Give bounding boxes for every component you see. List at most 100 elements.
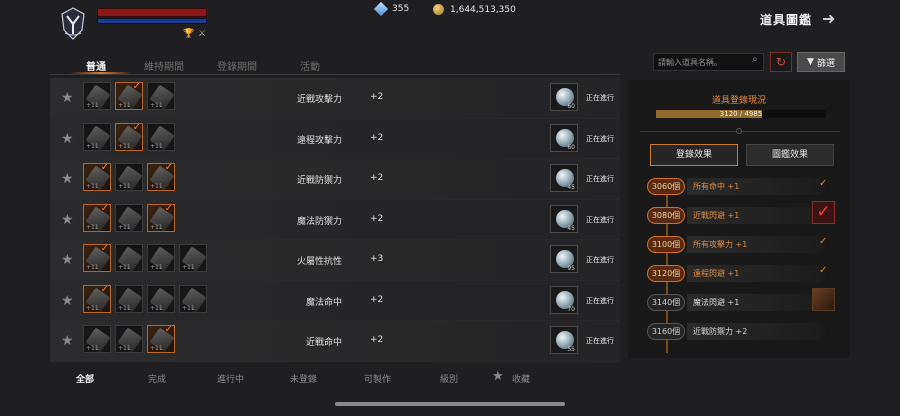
favorite-star-icon[interactable]: ★: [61, 90, 74, 106]
tab-registration-period[interactable]: 登錄期間: [217, 58, 257, 73]
claim-check-button[interactable]: ✓: [812, 201, 835, 224]
milestone-effect: 近戰防禦力 +2: [687, 323, 825, 340]
item-slot[interactable]: +11: [147, 244, 175, 272]
item-row[interactable]: ★ +11 ✓ +11 +11 遠程攻擊力 +2 60 正在進行: [50, 118, 620, 159]
item-slot[interactable]: ✓ +11: [83, 284, 111, 313]
item-slot[interactable]: ✓ +11: [115, 122, 143, 151]
milestone-count: 3160個: [647, 323, 685, 340]
item-slot[interactable]: +11: [115, 163, 143, 191]
milestone-item[interactable]: 3120個 遠程閃避 +1 ✓: [647, 262, 842, 286]
item-row[interactable]: ★ ✓ +11 +11 +11 +11 魔法命中 +2 70 正在進行: [50, 280, 620, 321]
milestone-item[interactable]: 3140個 魔法閃避 +1: [647, 288, 842, 315]
gold-coin-icon: [433, 4, 444, 15]
item-status: 正在進行: [586, 256, 614, 264]
item-status: 正在進行: [586, 175, 614, 183]
milestone-item[interactable]: 3160個 近戰防禦力 +2: [647, 320, 842, 344]
item-slot[interactable]: ✓ +11: [83, 203, 111, 232]
reward-item-icon[interactable]: [812, 288, 835, 311]
gold-counter: 1,644,513,350: [433, 4, 516, 15]
item-row[interactable]: ★ +11 ✓ +11 +11 近戰攻擊力 +2 60 正在進行: [50, 78, 620, 119]
item-slot[interactable]: +11: [83, 82, 111, 110]
potion-reward[interactable]: 95: [550, 245, 578, 273]
gem-counter: 355: [373, 1, 409, 17]
enhance-level: +11: [118, 183, 131, 190]
potion-count: 95: [567, 265, 575, 272]
guild-emblem-icon[interactable]: [58, 6, 88, 42]
item-stat-value: +2: [370, 173, 384, 183]
registered-check-icon: ✓: [132, 82, 141, 92]
filter-label: 篩選: [816, 58, 835, 69]
item-slot[interactable]: +11: [115, 325, 143, 353]
tab-event[interactable]: 活動: [300, 58, 320, 73]
filter-all[interactable]: 全部: [76, 372, 94, 385]
milestone-count: 3080個: [647, 207, 685, 224]
enhance-level: +11: [182, 264, 195, 271]
item-slot[interactable]: +11: [147, 82, 175, 110]
item-row[interactable]: ★ ✓ +11 +11 ✓ +11 魔法防禦力 +2 45 正在進行: [50, 199, 620, 240]
favorite-star-icon[interactable]: ★: [61, 171, 74, 187]
item-slots: +11 ✓ +11 +11: [83, 122, 175, 151]
item-slot[interactable]: ✓ +11: [115, 82, 143, 110]
favorite-star-icon[interactable]: ★: [61, 252, 74, 268]
search-input[interactable]: 請輸入道具名稱。: [653, 53, 764, 71]
registered-check-icon: ✓: [100, 284, 109, 295]
item-slot[interactable]: +11: [83, 122, 111, 151]
tab-duration[interactable]: 維持期間: [144, 58, 184, 73]
home-indicator[interactable]: [335, 402, 565, 406]
milestone-item[interactable]: 3060個 所有命中 +1 ✓: [647, 175, 842, 199]
enhance-level: +11: [150, 183, 163, 190]
potion-reward[interactable]: 70: [550, 285, 578, 314]
favorite-star-icon[interactable]: ★: [61, 212, 74, 228]
potion-reward[interactable]: 60: [550, 123, 578, 152]
favorite-star-icon[interactable]: ★: [61, 333, 74, 349]
registration-progress-text: 3120 / 4985: [719, 110, 763, 118]
exit-icon[interactable]: ➜: [822, 9, 835, 28]
filter-complete[interactable]: 完成: [148, 372, 166, 385]
item-slot[interactable]: +11: [179, 284, 207, 313]
item-stat: 遠程攻擊力: [296, 135, 342, 146]
item-slot[interactable]: ✓ +11: [147, 203, 175, 232]
favorite-star-icon[interactable]: ★: [61, 131, 74, 147]
item-row[interactable]: ★ ✓ +11 +11 ✓ +11 近戰防禦力 +2 45 正在進行: [50, 159, 620, 200]
item-status: 正在進行: [586, 94, 614, 102]
item-status: 正在進行: [586, 337, 614, 345]
enhance-level: +11: [86, 304, 99, 312]
item-slot[interactable]: +11: [147, 122, 175, 151]
milestone-item[interactable]: 3080個 近戰閃避 +1 ✓: [647, 201, 842, 228]
enhance-level: +11: [118, 345, 131, 352]
tab-normal[interactable]: 普通: [86, 58, 106, 73]
item-slot[interactable]: +11: [83, 325, 111, 353]
item-slot[interactable]: ✓ +11: [147, 325, 175, 353]
tab-registration-effect[interactable]: 登錄效果: [650, 144, 738, 166]
filter-craftable[interactable]: 可製作: [364, 372, 391, 385]
item-slot[interactable]: +11: [115, 203, 143, 232]
milestone-item[interactable]: 3100個 所有攻擊力 +1 ✓: [647, 233, 842, 257]
item-slot[interactable]: +11: [115, 244, 143, 272]
item-slot[interactable]: +11: [147, 284, 175, 313]
potion-reward[interactable]: 45: [550, 164, 578, 192]
potion-reward[interactable]: 45: [550, 204, 578, 233]
item-slot[interactable]: ✓ +11: [83, 244, 111, 272]
item-slot[interactable]: +11: [179, 244, 207, 272]
potion-reward[interactable]: 60: [550, 83, 578, 111]
item-row[interactable]: ★ ✓ +11 +11 +11 +11 火屬性抗性 +3 95 正在進行: [50, 240, 620, 281]
potion-reward[interactable]: 55: [550, 326, 578, 354]
search-icon[interactable]: ⌕: [752, 54, 758, 65]
filter-unregistered[interactable]: 未登錄: [290, 372, 317, 385]
tab-collection-effect[interactable]: 圖鑑效果: [746, 144, 834, 166]
item-stat: 近戰命中: [305, 338, 342, 348]
item-row[interactable]: ★ +11 +11 ✓ +11 近戰命中 +2 55 正在進行: [50, 321, 620, 362]
filter-button[interactable]: ▼ 篩選: [797, 52, 845, 72]
item-slot[interactable]: ✓ +11: [83, 163, 111, 191]
filter-in-progress[interactable]: 進行中: [217, 372, 244, 385]
filter-favorites[interactable]: 收藏: [512, 372, 530, 385]
panel-title: 道具登錄現況: [711, 96, 766, 106]
item-status: 正在進行: [586, 296, 614, 305]
item-slot[interactable]: +11: [115, 284, 143, 313]
favorite-star-icon[interactable]: ★: [61, 293, 74, 309]
registered-check-icon: ✓: [164, 203, 173, 214]
item-slot[interactable]: ✓ +11: [147, 163, 175, 191]
filter-grade[interactable]: 級別: [440, 372, 458, 385]
refresh-button[interactable]: ↻: [770, 52, 792, 72]
enhance-level: +11: [118, 142, 131, 150]
